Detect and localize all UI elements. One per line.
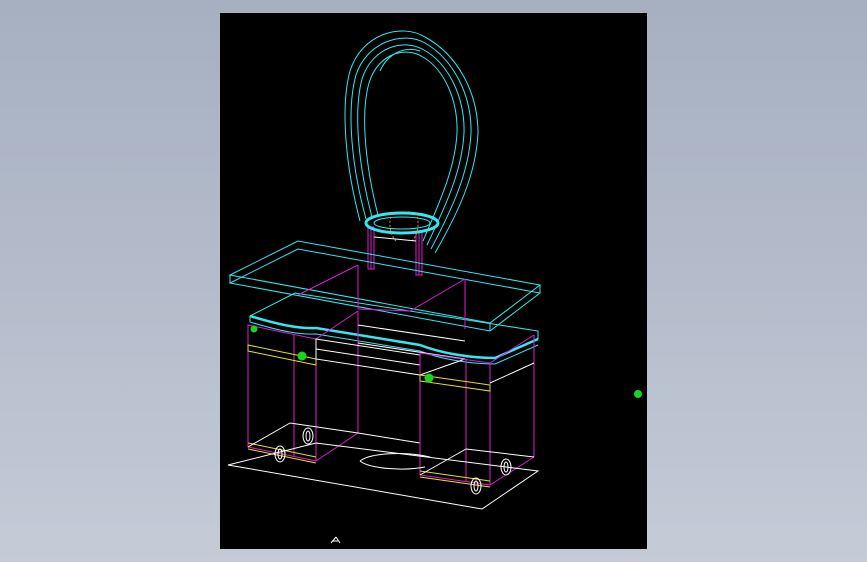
grip-marker-icon: [250, 325, 258, 333]
floor-plane: [227, 442, 540, 510]
mirror-frame: [344, 30, 479, 254]
grip-marker-icon: [297, 351, 307, 361]
ucs-icon: [330, 536, 341, 544]
grip-markers: [250, 325, 434, 383]
grip-marker-icon: [424, 373, 434, 383]
cad-viewport[interactable]: [220, 13, 647, 549]
grip-marker-icon: [634, 390, 642, 398]
vanity-table-wireframe: [227, 30, 542, 544]
desk-surface: [249, 292, 539, 365]
vanity-top: [228, 240, 542, 332]
casters: [274, 427, 512, 495]
